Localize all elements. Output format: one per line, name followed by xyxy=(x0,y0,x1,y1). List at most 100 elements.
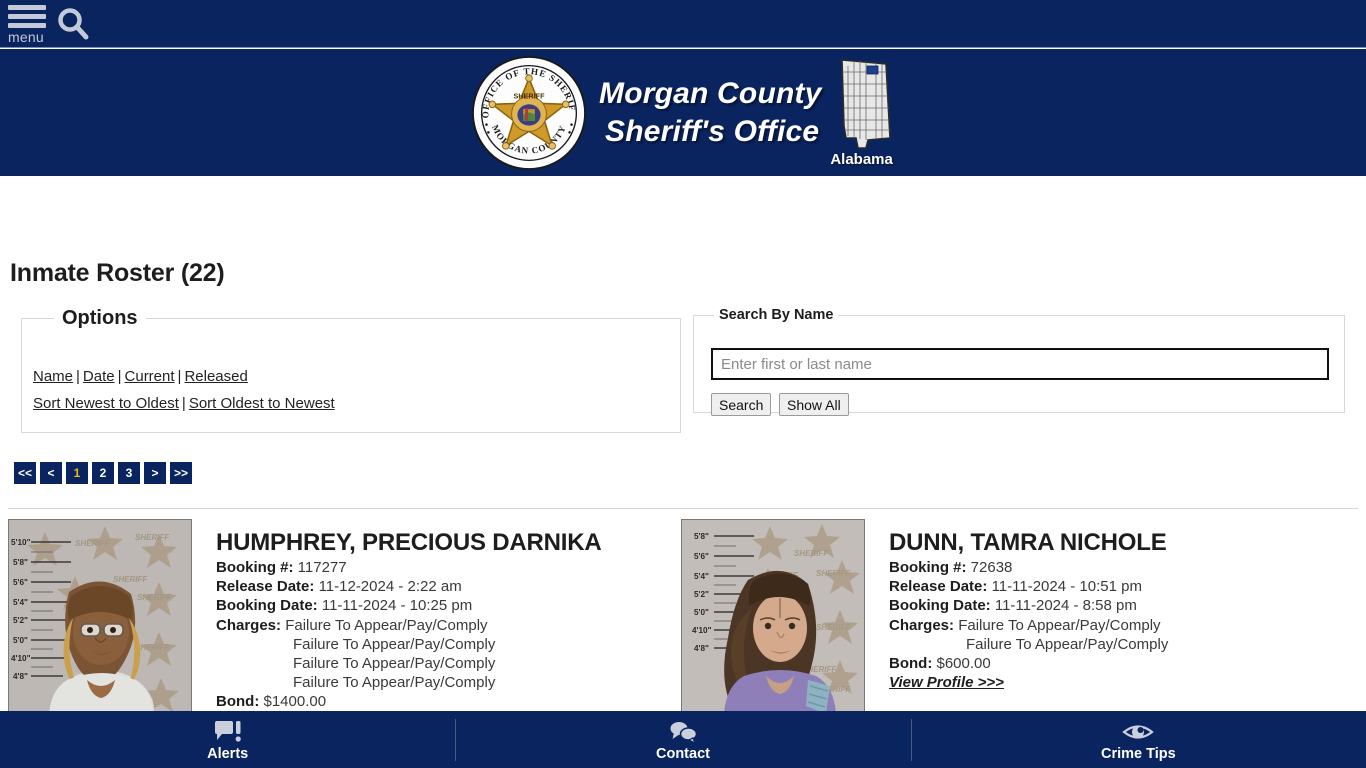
svg-text:SHERIFF: SHERIFF xyxy=(816,623,851,632)
charge-item: Failure To Appear/Pay/Comply xyxy=(966,635,1169,653)
booking-date-value: 11-11-2024 - 8:58 pm xyxy=(994,597,1137,615)
option-separator: | xyxy=(177,368,182,385)
option-link-sort-oldest-to-newest[interactable]: Sort Oldest to Newest xyxy=(189,395,335,412)
svg-text:SHERIFF: SHERIFF xyxy=(135,533,170,542)
booking-number-label: Booking #: xyxy=(216,559,294,576)
charge-item: Failure To Appear/Pay/Comply xyxy=(293,655,496,673)
pagination-prev[interactable]: < xyxy=(40,462,63,484)
booking-number-value: 117277 xyxy=(297,559,347,576)
bond-label: Bond: xyxy=(889,655,933,673)
svg-text:SHERIFF: SHERIFF xyxy=(794,549,829,558)
svg-text:4'10": 4'10" xyxy=(11,654,31,663)
charges-label: Charges: xyxy=(216,616,282,634)
svg-text:5'2": 5'2" xyxy=(694,590,709,599)
bond-label: Bond: xyxy=(216,693,260,711)
booking-date-label: Booking Date: xyxy=(889,597,991,615)
option-link-released[interactable]: Released xyxy=(184,368,247,385)
svg-text:4'8": 4'8" xyxy=(13,672,28,681)
svg-text:5'6": 5'6" xyxy=(694,552,709,561)
inmate-details: DUNN, TAMRA NICHOLE Booking #: 72638 Rel… xyxy=(889,519,1168,715)
option-link-date[interactable]: Date xyxy=(83,368,115,385)
charge-item: Failure To Appear/Pay/Comply xyxy=(958,616,1161,634)
charges-label: Charges: xyxy=(889,616,955,634)
footer-label-contact: Contact xyxy=(656,745,710,762)
release-date-value: 11-11-2024 - 10:51 pm xyxy=(991,578,1142,596)
speech-bubble-alert-icon xyxy=(213,718,243,744)
show-all-button[interactable]: Show All xyxy=(779,393,849,416)
pagination-next[interactable]: > xyxy=(144,462,167,484)
search-button[interactable]: Search xyxy=(711,393,772,416)
svg-text:SHERIFF: SHERIFF xyxy=(75,539,110,548)
release-date-value: 11-12-2024 - 2:22 am xyxy=(318,578,462,596)
booking-number-row: Booking #: 117277 xyxy=(216,558,602,577)
menu-label: menu xyxy=(8,29,44,45)
pagination-page-3[interactable]: 3 xyxy=(118,462,141,484)
alabama-state-map-icon: Alabama xyxy=(828,58,896,168)
brand-title: Morgan County Sheriff's Office xyxy=(599,75,822,151)
svg-text:SHERIFF: SHERIFF xyxy=(816,569,851,578)
top-navigation-bar: menu xyxy=(0,0,1366,48)
brand-title-line1: Morgan County xyxy=(599,76,822,110)
bond-row: Bond: $600.00 xyxy=(889,654,1168,673)
inmate-details: HUMPHREY, PRECIOUS DARNIKA Booking #: 11… xyxy=(216,519,602,715)
charge-item: Failure To Appear/Pay/Comply xyxy=(293,674,496,692)
release-date-label: Release Date: xyxy=(216,578,315,596)
booking-number-label: Booking #: xyxy=(889,559,967,576)
booking-number-value: 72638 xyxy=(970,559,1013,576)
option-separator: | xyxy=(181,395,186,412)
bond-row: Bond: $1400.00 xyxy=(216,692,602,711)
hamburger-menu-button[interactable]: menu xyxy=(8,5,50,47)
booking-date-row: Booking Date: 11-11-2024 - 10:25 pm xyxy=(216,596,602,615)
brand-title-line2: Sheriff's Office xyxy=(605,114,820,148)
chat-bubbles-icon xyxy=(668,718,698,744)
option-separator: | xyxy=(76,368,80,385)
bond-value: $1400.00 xyxy=(263,693,327,711)
svg-text:SHERIFF: SHERIFF xyxy=(113,575,148,584)
eye-icon xyxy=(1122,718,1155,744)
booking-date-label: Booking Date: xyxy=(216,597,318,615)
search-input[interactable] xyxy=(711,348,1329,380)
mugshot-photo[interactable]: SHERIFF SHERIFF SHERIFF SHERIFF SHERIFF 5'… xyxy=(8,519,192,715)
alabama-map-label: Alabama xyxy=(830,150,893,168)
footer-label-alerts: Alerts xyxy=(207,745,249,762)
options-row-sorting: Sort Newest to Oldest | Sort Oldest to New… xyxy=(33,395,335,412)
booking-number-row: Booking #: 72638 xyxy=(889,558,1168,577)
page-title: Inmate Roster (22) xyxy=(10,259,225,287)
footer-item-crime-tips[interactable]: Crime Tips xyxy=(910,711,1366,768)
pagination-page-2[interactable]: 2 xyxy=(92,462,115,484)
svg-text:4'8": 4'8" xyxy=(694,644,709,653)
release-date-label: Release Date: xyxy=(889,578,988,596)
inmate-record: SHERIFFSHERIFF SHERIFFSHERIFF SHERIFFSHE… xyxy=(681,519,1168,715)
pagination-first[interactable]: << xyxy=(14,462,37,484)
charge-item-row: Failure To Appear/Pay/Comply xyxy=(889,635,1168,654)
svg-text:5'8": 5'8" xyxy=(694,532,709,541)
view-profile-link[interactable]: View Profile >>> xyxy=(889,674,1004,691)
svg-text:SHERIFF: SHERIFF xyxy=(137,593,172,602)
svg-text:5'4": 5'4" xyxy=(13,598,28,607)
search-legend: Search By Name xyxy=(719,307,834,323)
footer-item-alerts[interactable]: Alerts xyxy=(0,711,455,768)
options-legend: Options xyxy=(62,307,138,329)
option-link-sort-newest-to-oldest[interactable]: Sort Newest to Oldest xyxy=(33,395,179,412)
svg-text:SHERIFF: SHERIFF xyxy=(513,91,545,100)
charge-item-row: Failure To Appear/Pay/Comply xyxy=(216,673,602,692)
options-panel: Options Name | Date | Current | Released Sort … xyxy=(21,307,681,433)
booking-date-value: 11-11-2024 - 10:25 pm xyxy=(321,597,473,615)
search-toggle-button[interactable] xyxy=(56,6,90,42)
footer-navigation: Alerts Contact Crime Tips xyxy=(0,711,1366,768)
svg-text:5'8": 5'8" xyxy=(13,558,28,567)
mugshot-photo[interactable]: SHERIFFSHERIFF SHERIFFSHERIFF SHERIFFSHE… xyxy=(681,519,865,715)
option-link-current[interactable]: Current xyxy=(125,368,175,385)
footer-item-contact[interactable]: Contact xyxy=(455,711,910,768)
option-separator: | xyxy=(117,368,122,385)
footer-label-crime-tips: Crime Tips xyxy=(1100,745,1176,762)
inmate-name: HUMPHREY, PRECIOUS DARNIKA xyxy=(216,529,602,556)
option-link-name[interactable]: Name xyxy=(33,368,73,385)
pagination-last[interactable]: >> xyxy=(170,462,193,484)
pagination-page-1[interactable]: 1 xyxy=(66,462,89,484)
charge-item: Failure To Appear/Pay/Comply xyxy=(293,635,496,653)
svg-text:5'2": 5'2" xyxy=(13,616,28,625)
records-divider xyxy=(8,508,1358,509)
charges-row: Charges: Failure To Appear/Pay/Comply xyxy=(889,616,1168,635)
svg-text:5'0": 5'0" xyxy=(13,636,28,645)
